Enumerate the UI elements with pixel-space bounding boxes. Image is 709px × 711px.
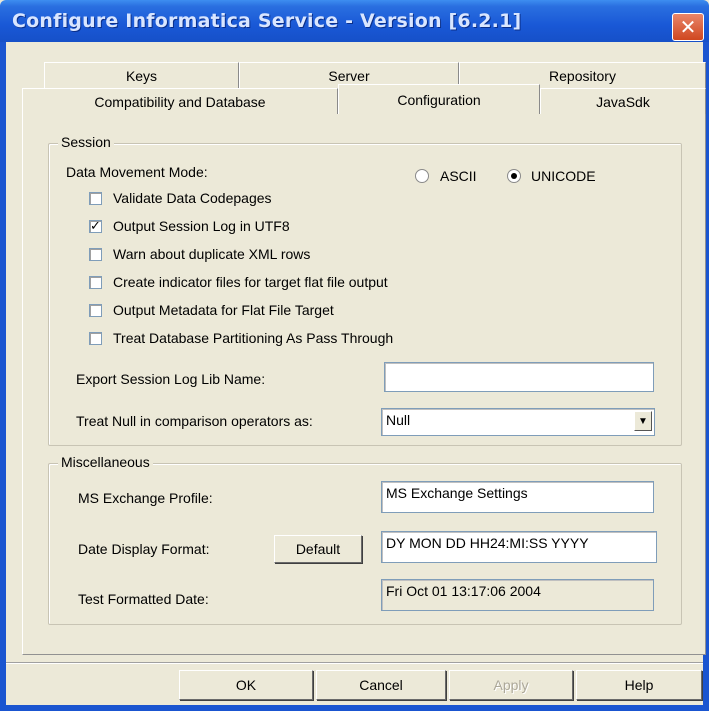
default-button[interactable]: Default <box>274 535 362 563</box>
tab-repository-label: Repository <box>549 67 616 84</box>
test-formatted-date-label: Test Formatted Date: <box>78 591 209 607</box>
export-log-lib-input[interactable] <box>384 362 654 392</box>
close-icon: ✕ <box>679 15 697 39</box>
help-button[interactable]: Help <box>576 670 702 700</box>
tab-javasdk[interactable]: JavaSdk <box>540 88 706 114</box>
ok-button[interactable]: OK <box>179 670 313 700</box>
test-formatted-date-field: Fri Oct 01 13:17:06 2004 <box>381 579 654 611</box>
tab-configuration[interactable]: Configuration <box>338 84 540 114</box>
close-button[interactable]: ✕ <box>672 13 704 41</box>
bottom-separator <box>6 662 703 664</box>
tab-keys-label: Keys <box>125 67 158 84</box>
checkbox-treat-partitioning-label[interactable]: Treat Database Partitioning As Pass Thro… <box>113 330 393 346</box>
misc-group-title: Miscellaneous <box>58 454 153 470</box>
checkbox-warn-duplicate-xml[interactable] <box>89 248 102 261</box>
checkbox-validate-codepages-label[interactable]: Validate Data Codepages <box>113 190 272 206</box>
ms-exchange-profile-label: MS Exchange Profile: <box>78 490 213 506</box>
checkbox-indicator-files[interactable] <box>89 276 102 289</box>
apply-button-label: Apply <box>493 677 529 693</box>
date-display-format-input[interactable]: DY MON DD HH24:MI:SS YYYY <box>381 531 657 563</box>
window-frame-left <box>0 42 6 711</box>
radio-ascii[interactable] <box>415 169 429 183</box>
checkbox-output-utf8[interactable]: ✓ <box>89 220 102 233</box>
radio-unicode-label[interactable]: UNICODE <box>531 168 596 184</box>
title-bar[interactable]: Configure Informatica Service - Version … <box>0 0 709 42</box>
window-title: Configure Informatica Service - Version … <box>12 10 522 32</box>
tab-compatibility-database-label: Compatibility and Database <box>94 93 266 110</box>
checkbox-output-metadata-label[interactable]: Output Metadata for Flat File Target <box>113 302 334 318</box>
checkbox-warn-duplicate-xml-label[interactable]: Warn about duplicate XML rows <box>113 246 310 262</box>
ok-button-label: OK <box>235 677 257 693</box>
checkbox-output-metadata[interactable] <box>89 304 102 317</box>
cancel-button[interactable]: Cancel <box>316 670 446 700</box>
treat-null-select[interactable]: Null ▼ <box>381 408 655 436</box>
checkbox-validate-codepages[interactable] <box>89 192 102 205</box>
radio-unicode[interactable] <box>507 169 521 183</box>
session-group <box>48 143 682 446</box>
tab-keys[interactable]: Keys <box>44 62 239 88</box>
checkbox-treat-partitioning[interactable] <box>89 332 102 345</box>
apply-button[interactable]: Apply <box>449 670 573 700</box>
date-display-format-label: Date Display Format: <box>78 541 210 557</box>
tab-configuration-label: Configuration <box>397 91 481 108</box>
checkbox-output-utf8-label[interactable]: Output Session Log in UTF8 <box>113 218 290 234</box>
data-movement-mode-label: Data Movement Mode: <box>66 164 208 180</box>
session-group-title: Session <box>58 134 114 150</box>
radio-selected-dot <box>511 173 517 179</box>
radio-ascii-label[interactable]: ASCII <box>440 168 477 184</box>
treat-null-selected-value: Null <box>386 412 411 428</box>
checkbox-indicator-files-label[interactable]: Create indicator files for target flat f… <box>113 274 388 290</box>
help-button-label: Help <box>624 677 654 693</box>
export-log-lib-label: Export Session Log Lib Name: <box>76 371 266 387</box>
tab-javasdk-label: JavaSdk <box>596 93 650 110</box>
treat-null-label: Treat Null in comparison operators as: <box>76 413 313 429</box>
tab-server-label: Server <box>328 67 370 84</box>
window-frame-bottom <box>0 705 709 711</box>
tab-compatibility-database[interactable]: Compatibility and Database <box>22 88 338 114</box>
default-button-label: Default <box>295 541 341 557</box>
ms-exchange-profile-input[interactable]: MS Exchange Settings <box>381 481 654 513</box>
chevron-down-icon[interactable]: ▼ <box>634 411 652 431</box>
cancel-button-label: Cancel <box>359 677 403 693</box>
